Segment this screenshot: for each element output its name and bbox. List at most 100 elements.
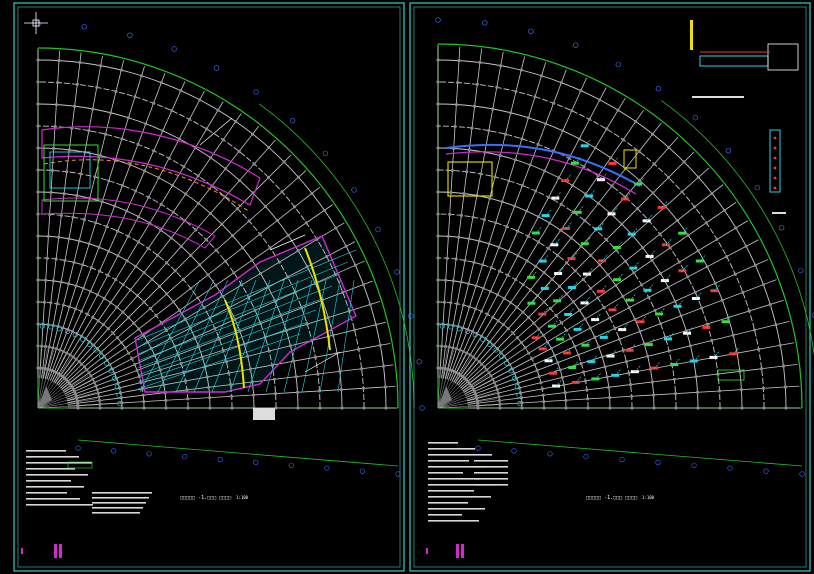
column-node [186,397,190,401]
column-node [121,310,125,314]
column-node [480,362,484,366]
column-node [135,368,139,372]
column-node [63,258,67,263]
column-node [194,228,198,232]
column-node [36,322,40,326]
note-line [428,478,480,480]
column-node [107,249,111,253]
column-node [161,129,165,133]
column-node [541,333,545,337]
column-node [272,377,276,381]
column-node [136,142,140,146]
column-node [56,81,60,85]
column-node [436,256,440,260]
column-node [57,59,61,63]
column-node [126,315,131,320]
column-node [516,229,520,233]
column-node [609,156,613,160]
column-node [633,317,637,321]
column-node [436,146,440,150]
column-node [516,254,520,258]
column-node [91,107,95,111]
column-node [562,383,566,387]
note-line [428,448,475,450]
column-node [45,256,49,260]
column-node [282,160,286,164]
column-node [463,258,467,263]
column-node [470,126,474,130]
note-line [92,512,140,514]
column-node [436,344,440,348]
column-node [640,283,644,287]
note-line [474,472,508,474]
column-node [528,163,532,167]
column-node [384,406,388,410]
column-node [539,381,543,385]
column-node [208,211,212,215]
column-node [600,355,604,359]
column-node [586,406,590,410]
column-node [482,218,486,222]
column-node [715,237,719,241]
column-node [107,179,111,183]
column-node [113,371,117,376]
column-node [78,60,82,65]
column-node [577,137,581,141]
column-node [565,292,569,296]
column-node [641,246,645,250]
column-node [632,271,636,275]
column-node [485,368,489,372]
column-node [159,228,163,232]
column-node [152,149,156,153]
column-node [605,375,609,379]
column-node [92,343,96,347]
column-node [79,172,83,176]
column-node [455,302,459,306]
column-node [471,215,475,219]
column-node [156,253,160,257]
column-node [74,307,78,311]
column-node [467,305,472,309]
column-node [234,120,238,124]
column-node [36,102,40,106]
column-node [47,345,51,349]
column-node [540,387,544,391]
column-node [449,190,453,194]
column-node [126,234,130,238]
column-node [184,192,188,196]
column-node [134,264,138,268]
column-node [125,209,129,213]
column-node [54,103,59,107]
column-node [103,132,108,136]
column-node [177,137,181,141]
column-node [316,372,320,376]
column-node [608,396,612,400]
note-line [26,456,79,458]
column-node [206,273,210,277]
column-node [667,349,671,353]
column-node [492,343,496,347]
column-node [741,290,745,294]
column-node [474,357,478,361]
column-node [491,315,495,319]
column-node [503,132,508,136]
column-node [62,192,66,196]
column-node [658,232,662,236]
column-node [652,393,656,397]
column-node [436,300,440,304]
column-node [667,145,671,150]
column-node [436,278,440,282]
column-node [447,345,451,349]
column-node [521,283,525,287]
column-node [127,351,131,355]
note-line [428,514,462,516]
column-node [443,344,448,349]
column-node [98,406,102,410]
column-node [50,168,55,172]
column-node [128,288,133,292]
column-node [481,263,485,267]
column-node [579,89,583,93]
column-node [545,340,550,344]
column-node [569,236,573,240]
column-node [753,263,757,267]
